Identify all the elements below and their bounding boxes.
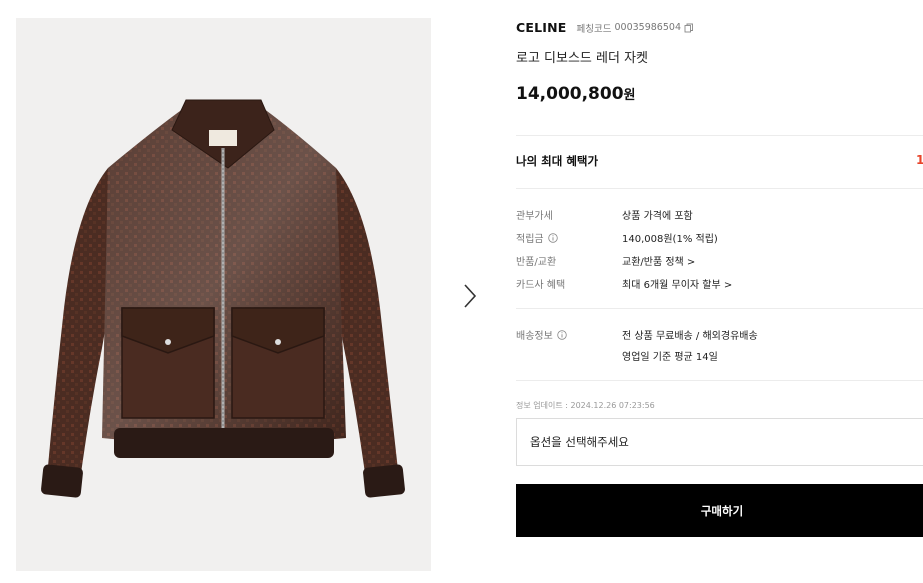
detail-label-wrap: 적립금: [516, 230, 622, 245]
shipping-label: 배송정보: [516, 331, 553, 342]
shipping-line-1: 전 상품 무료배송 / 해외경유배송: [622, 331, 758, 342]
card-benefit-link[interactable]: 최대 6개월 무이자 할부 >: [622, 276, 732, 291]
detail-value: 상품 가격에 포함: [622, 211, 693, 222]
brand-name[interactable]: CELINE: [516, 20, 567, 35]
shipping-row-2: 영업일 기준 평균 14일: [622, 348, 718, 363]
product-title: 로고 디보스드 레더 자켓: [516, 51, 648, 66]
shipping-row: 배송정보 전 상품 무료배송 / 해외경유배송: [516, 327, 758, 342]
price-value: 14,000,800: [516, 84, 624, 104]
update-timestamp: 정보 업데이트 : 2024.12.26 07:23:56: [516, 401, 655, 410]
divider: [516, 380, 923, 381]
code-label: 페칭코드: [576, 23, 612, 35]
info-icon[interactable]: [557, 329, 567, 340]
return-policy-link[interactable]: 교환/반품 정책 >: [622, 253, 695, 268]
detail-row-points: 적립금 140,008원(1% 적립): [516, 230, 718, 245]
chevron-right-icon[interactable]: [460, 282, 480, 310]
detail-label: 반품/교환: [516, 257, 557, 268]
shipping-label-wrap: 배송정보: [516, 327, 622, 342]
product-price: 14,000,800원: [516, 84, 636, 104]
code-value: 00035986504: [614, 22, 682, 33]
jacket-illustration: [41, 99, 405, 498]
detail-label: 카드사 혜택: [516, 280, 566, 291]
divider: [516, 188, 923, 189]
shipping-line-2: 영업일 기준 평균 14일: [622, 352, 718, 363]
divider: [516, 135, 923, 136]
detail-row-card: 카드사 혜택 최대 6개월 무이자 할부 >: [516, 276, 732, 291]
detail-row-return: 반품/교환 교환/반품 정책 >: [516, 253, 695, 268]
option-select[interactable]: 옵션을 선택해주세요: [516, 418, 923, 466]
detail-label: 적립금: [516, 234, 544, 245]
brand-row: CELINE 페칭코드 00035986504: [516, 20, 694, 35]
buy-button[interactable]: 구매하기: [516, 484, 923, 537]
info-icon[interactable]: [547, 232, 558, 243]
benefit-amount: 1: [916, 153, 923, 167]
divider: [516, 308, 923, 309]
detail-label: 관부가세: [516, 211, 553, 222]
copy-icon[interactable]: [684, 23, 694, 33]
detail-value: 140,008원(1% 적립): [622, 234, 718, 245]
benefit-label: 나의 최대 혜택가: [516, 154, 599, 168]
product-image[interactable]: [16, 18, 431, 571]
price-unit: 원: [623, 88, 636, 103]
detail-row-duty: 관부가세 상품 가격에 포함: [516, 207, 693, 222]
